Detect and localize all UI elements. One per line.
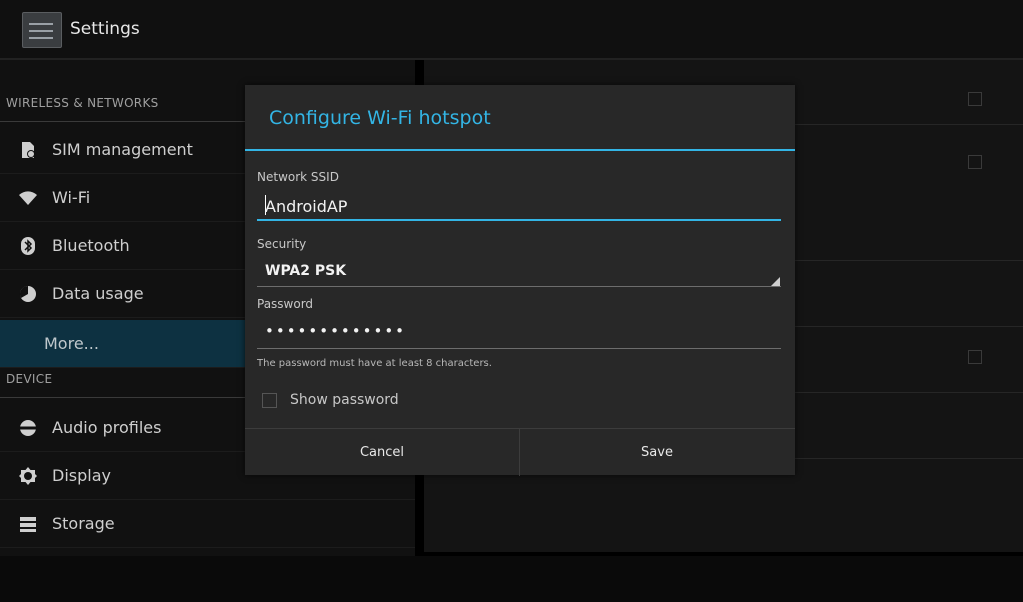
bluetooth-icon xyxy=(18,236,38,256)
app-title: Settings xyxy=(70,19,140,39)
password-input-underline xyxy=(257,348,781,349)
sidebar-item-label: Audio profiles xyxy=(52,418,162,437)
detail-checkbox[interactable] xyxy=(968,350,982,364)
dialog-title-divider xyxy=(245,149,795,151)
dropdown-arrow-icon[interactable] xyxy=(771,277,780,286)
detail-checkbox[interactable] xyxy=(968,155,982,169)
sidebar-item-label: Data usage xyxy=(52,284,144,303)
sidebar-item-label: Wi-Fi xyxy=(52,188,91,207)
sim-card-icon xyxy=(18,140,38,160)
security-select[interactable]: WPA2 PSK xyxy=(265,263,346,279)
data-usage-icon xyxy=(18,284,38,304)
action-bar: Settings xyxy=(0,0,1023,60)
show-password-label[interactable]: Show password xyxy=(290,392,399,408)
sidebar-item-storage[interactable]: Storage xyxy=(0,500,415,548)
show-password-checkbox[interactable] xyxy=(262,393,277,408)
sidebar-item-label: SIM management xyxy=(52,140,193,159)
password-hint: The password must have at least 8 charac… xyxy=(257,358,492,369)
ssid-input-underline xyxy=(257,219,781,221)
security-label: Security xyxy=(257,237,307,251)
cancel-button[interactable]: Cancel xyxy=(245,429,519,476)
display-icon xyxy=(18,466,38,486)
dialog-title: Configure Wi-Fi hotspot xyxy=(269,107,491,129)
system-bar xyxy=(0,556,1023,602)
storage-icon xyxy=(18,514,38,534)
detail-checkbox[interactable] xyxy=(968,92,982,106)
ssid-label: Network SSID xyxy=(257,170,339,184)
sidebar-item-label: More... xyxy=(44,334,99,353)
configure-wifi-hotspot-dialog: Configure Wi-Fi hotspot Network SSID And… xyxy=(245,85,795,476)
audio-profiles-icon xyxy=(18,418,38,438)
wifi-icon xyxy=(18,188,38,208)
security-select-underline xyxy=(257,286,781,287)
sidebar-item-label: Storage xyxy=(52,514,115,533)
sidebar-item-label: Bluetooth xyxy=(52,236,130,255)
password-input[interactable]: ••••••••••••• xyxy=(265,322,406,340)
dialog-button-bar: Cancel Save xyxy=(245,428,795,476)
ssid-input[interactable]: AndroidAP xyxy=(265,197,347,216)
save-button[interactable]: Save xyxy=(520,429,794,476)
sidebar-item-label: Display xyxy=(52,466,111,485)
password-label: Password xyxy=(257,297,314,311)
settings-icon[interactable] xyxy=(22,12,62,48)
